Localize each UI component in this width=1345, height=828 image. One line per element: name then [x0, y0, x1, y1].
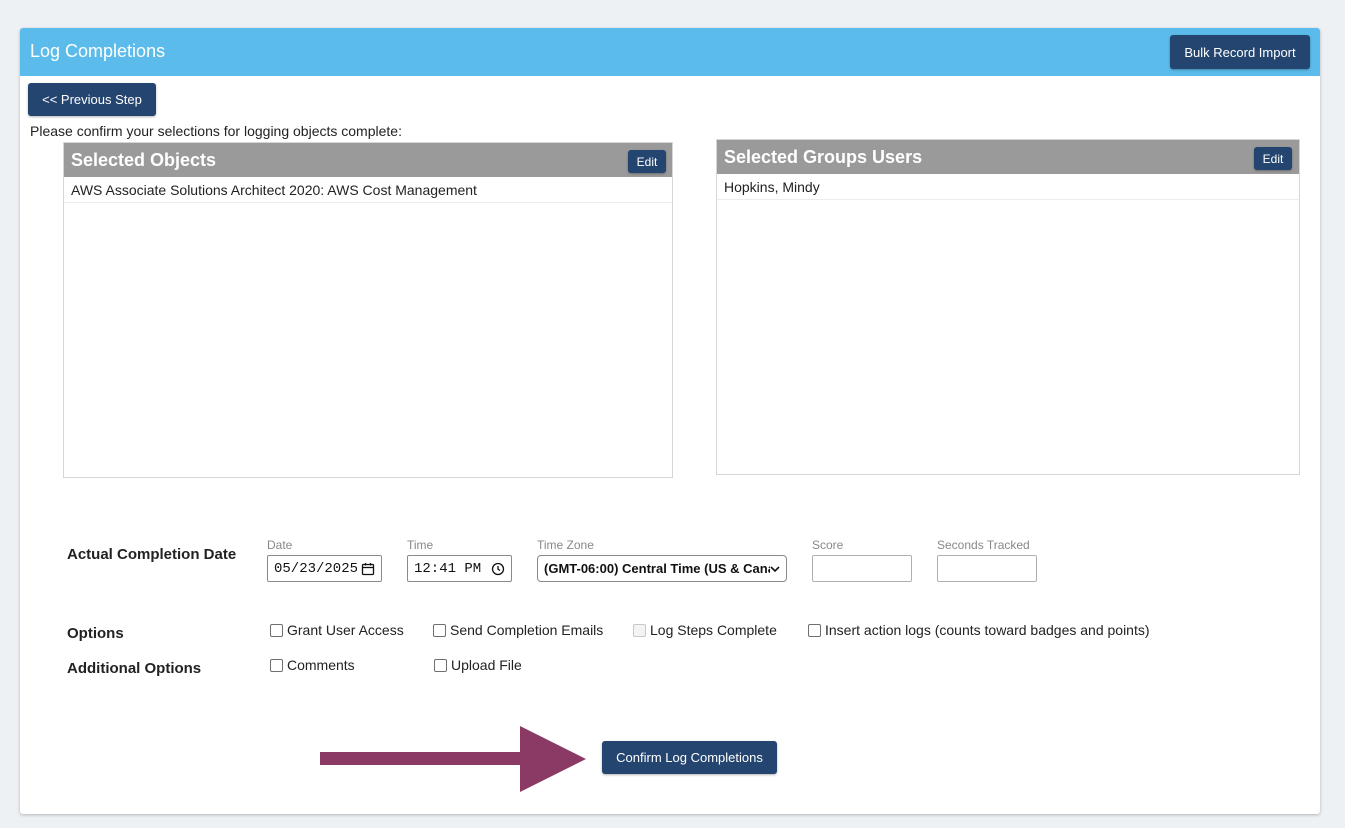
- selected-users-box: Selected Groups Users Edit Hopkins, Mind…: [716, 139, 1300, 475]
- clock-icon[interactable]: [491, 562, 505, 576]
- selected-objects-box: Selected Objects Edit AWS Associate Solu…: [63, 142, 673, 478]
- instructions-text: Please confirm your selections for loggi…: [30, 123, 402, 139]
- time-label: Time: [407, 538, 434, 552]
- score-label: Score: [812, 538, 844, 552]
- send-completion-emails-label: Send Completion Emails: [450, 622, 604, 638]
- upload-file-checkbox[interactable]: Upload File: [434, 657, 522, 673]
- page-title: Log Completions: [30, 41, 166, 61]
- selected-users-header: Selected Groups Users Edit: [717, 140, 1299, 174]
- date-value: 05/23/2025: [274, 560, 357, 577]
- selected-objects-title: Selected Objects: [71, 150, 217, 170]
- edit-objects-button[interactable]: Edit: [628, 150, 666, 173]
- log-steps-complete-label: Log Steps Complete: [650, 622, 777, 638]
- send-completion-emails-checkbox[interactable]: Send Completion Emails: [433, 622, 603, 638]
- arrow-right-icon: [320, 726, 586, 792]
- previous-step-button[interactable]: << Previous Step: [28, 83, 156, 116]
- time-value: 12:41 PM: [414, 560, 482, 577]
- timezone-value: (GMT-06:00) Central Time (US & Canada): [544, 561, 770, 576]
- selected-users-title: Selected Groups Users: [724, 147, 923, 167]
- seconds-tracked-input[interactable]: [937, 555, 1037, 582]
- log-completions-panel: Log Completions Bulk Record Import << Pr…: [20, 28, 1320, 814]
- selected-objects-header: Selected Objects Edit: [64, 143, 672, 177]
- bulk-record-import-button[interactable]: Bulk Record Import: [1170, 35, 1310, 69]
- checkbox-box[interactable]: [433, 623, 446, 637]
- checkbox-box: [633, 623, 646, 637]
- options-label: Options: [67, 625, 124, 642]
- checkbox-box[interactable]: [270, 658, 283, 672]
- checkbox-box[interactable]: [808, 623, 821, 637]
- score-input[interactable]: [812, 555, 912, 582]
- grant-user-access-label: Grant User Access: [287, 622, 404, 638]
- insert-action-logs-checkbox[interactable]: Insert action logs (counts toward badges…: [808, 622, 1150, 638]
- timezone-label: Time Zone: [537, 538, 594, 552]
- time-input[interactable]: 12:41 PM: [407, 555, 512, 582]
- date-label: Date: [267, 538, 293, 552]
- completion-date-label: Actual Completion Date: [67, 546, 237, 563]
- grant-user-access-checkbox[interactable]: Grant User Access: [270, 622, 404, 638]
- comments-label: Comments: [287, 657, 355, 673]
- seconds-tracked-label: Seconds Tracked: [937, 538, 1030, 552]
- date-input[interactable]: 05/23/2025: [267, 555, 382, 582]
- confirm-log-completions-button[interactable]: Confirm Log Completions: [602, 741, 777, 774]
- list-item: AWS Associate Solutions Architect 2020: …: [64, 177, 672, 203]
- checkbox-box[interactable]: [270, 623, 283, 637]
- comments-checkbox[interactable]: Comments: [270, 657, 355, 673]
- insert-action-logs-label: Insert action logs (counts toward badges…: [825, 622, 1150, 638]
- panel-header: Log Completions Bulk Record Import: [20, 28, 1320, 76]
- list-item: Hopkins, Mindy: [717, 174, 1299, 200]
- log-steps-complete-checkbox: Log Steps Complete: [633, 622, 777, 638]
- upload-file-label: Upload File: [451, 657, 522, 673]
- checkbox-box[interactable]: [434, 658, 447, 672]
- calendar-icon[interactable]: [361, 562, 375, 576]
- additional-options-label: Additional Options: [67, 660, 202, 677]
- timezone-select[interactable]: (GMT-06:00) Central Time (US & Canada): [537, 555, 787, 582]
- chevron-down-icon: [770, 565, 780, 572]
- edit-users-button[interactable]: Edit: [1254, 147, 1292, 170]
